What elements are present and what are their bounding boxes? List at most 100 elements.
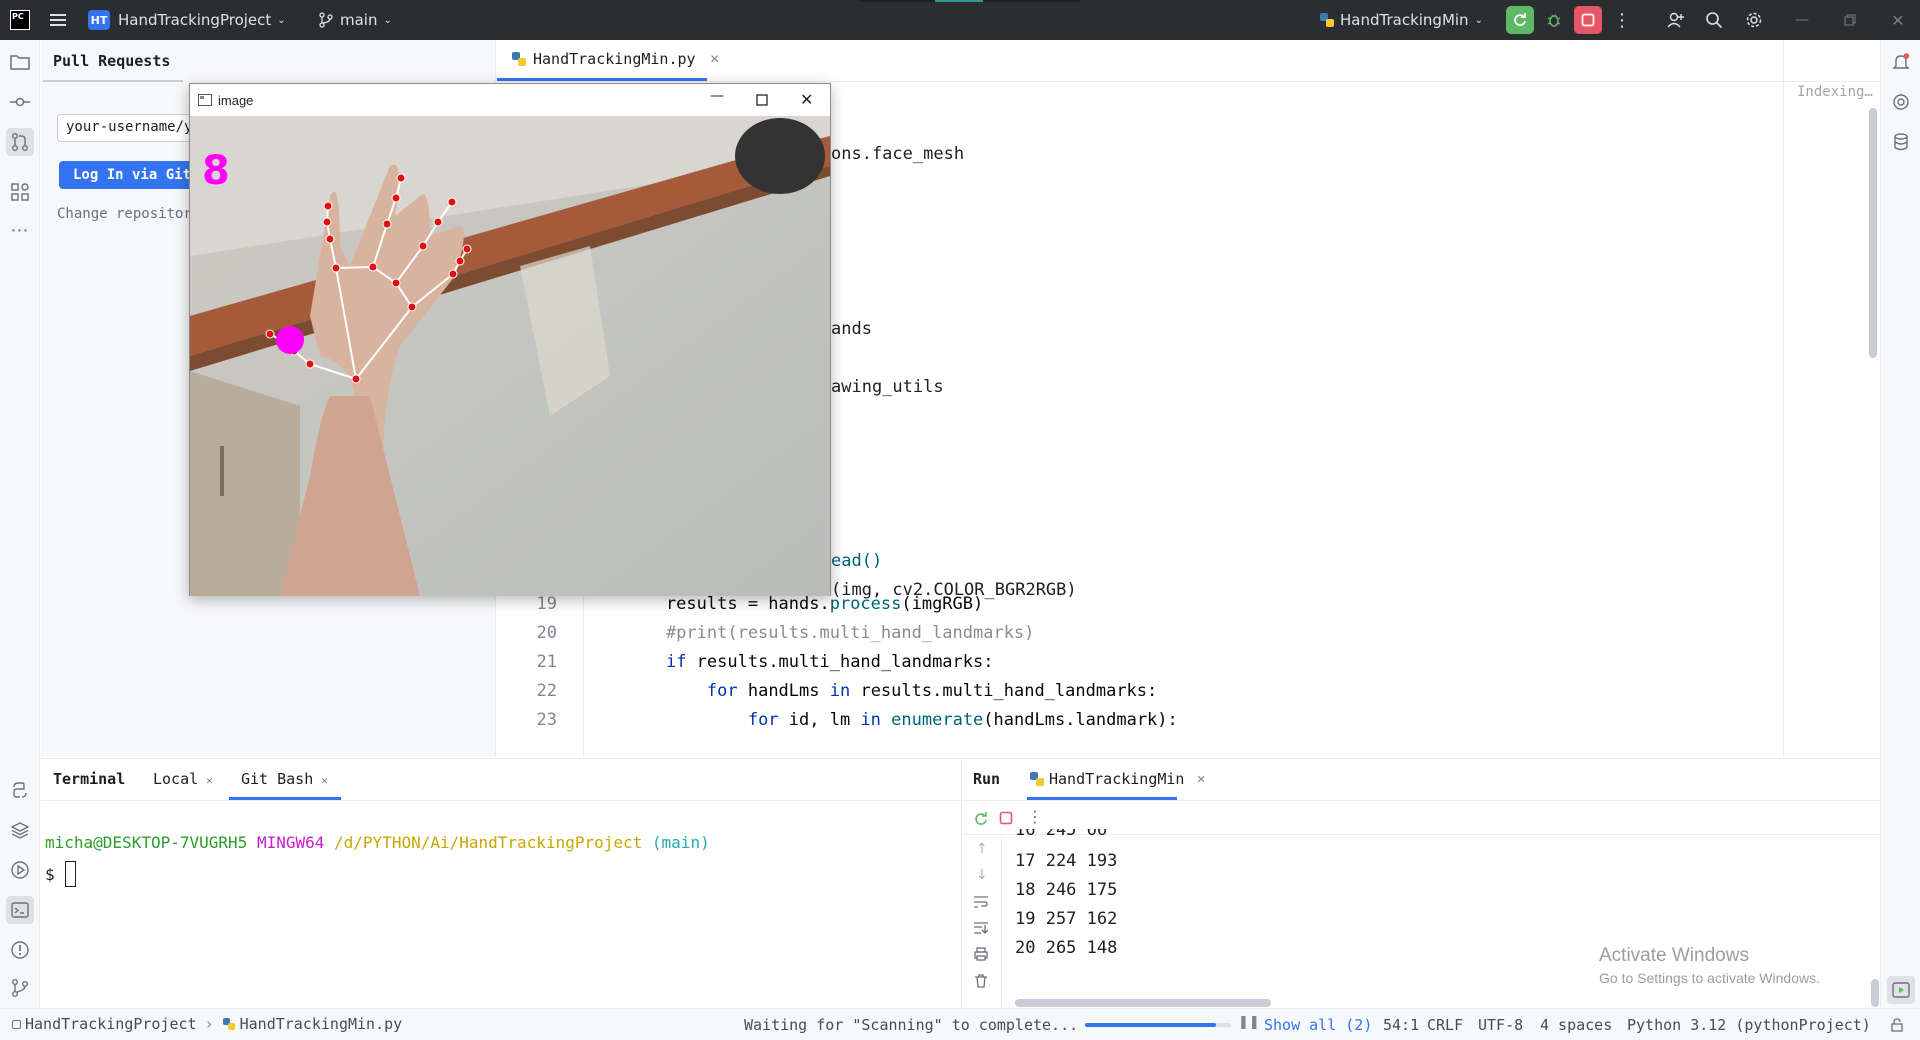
breadcrumb-file[interactable]: HandTrackingMin.py xyxy=(240,1015,403,1033)
landmark-point xyxy=(447,197,457,207)
active-tab-underline xyxy=(229,797,341,800)
line-separator[interactable]: CRLF xyxy=(1427,1016,1463,1034)
close-window-button[interactable]: ✕ xyxy=(1884,6,1912,34)
git-tool-button[interactable] xyxy=(8,976,32,1000)
terminal-prompt-line: micha@DESKTOP-7VUGRH5 MINGW64 /d/PYTHON/… xyxy=(45,833,710,852)
rerun-icon[interactable] xyxy=(973,811,989,827)
structure-icon xyxy=(11,183,29,201)
line-number: 22 xyxy=(536,681,557,701)
main-menu-button[interactable] xyxy=(48,0,68,40)
trash-icon[interactable] xyxy=(973,973,989,989)
show-all-tasks-link[interactable]: Show all (2) xyxy=(1264,1016,1372,1034)
image-maximize-button[interactable] xyxy=(756,94,768,106)
editor-tab-bar: HandTrackingMin.py ✕ xyxy=(497,40,1880,82)
run-config-name: HandTrackingMin xyxy=(1340,11,1469,29)
project-switcher[interactable]: HT HandTrackingProject ⌄ xyxy=(88,0,286,40)
close-tab-icon[interactable]: ✕ xyxy=(710,52,720,66)
run-output-v-scrollbar[interactable] xyxy=(1871,979,1879,1007)
opencv-image-window[interactable]: image — ✕ 8 xyxy=(189,83,831,596)
minimize-window-button[interactable]: — xyxy=(1788,6,1816,34)
arrow-down-icon[interactable]: ↓ xyxy=(976,867,988,883)
folder-icon xyxy=(10,55,30,70)
background-task-text[interactable]: Waiting for "Scanning" to complete... xyxy=(744,1016,1078,1034)
soft-wrap-icon[interactable] xyxy=(973,895,989,909)
file-encoding[interactable]: UTF-8 xyxy=(1478,1016,1523,1034)
pull-requests-tool-button[interactable] xyxy=(6,128,34,156)
tab-local[interactable]: Local ✕ xyxy=(153,770,213,788)
notifications-button[interactable] xyxy=(1889,50,1913,74)
line-number: 21 xyxy=(536,652,557,672)
rerun-button[interactable] xyxy=(1506,6,1534,34)
arrow-up-icon[interactable]: ↑ xyxy=(976,841,988,857)
terminal-cursor xyxy=(64,861,76,887)
run-output-scrollbar[interactable] xyxy=(1015,999,1271,1007)
landmark-point xyxy=(265,329,275,339)
landmark-connection xyxy=(335,266,374,269)
editor-scrollbar[interactable] xyxy=(1869,108,1877,358)
python-packages-button[interactable] xyxy=(8,818,32,842)
search-button[interactable] xyxy=(1700,6,1728,34)
project-badge: HT xyxy=(88,10,110,30)
pause-icon[interactable]: ❚❚ xyxy=(1238,1015,1260,1030)
python-console-button[interactable] xyxy=(8,778,32,802)
restore-icon xyxy=(1844,14,1856,26)
breadcrumb-project[interactable]: HandTrackingProject xyxy=(25,1015,197,1033)
app-logo[interactable]: PC xyxy=(10,0,30,40)
more-tools-button[interactable]: ⋯ xyxy=(8,218,32,242)
run-title: Run xyxy=(973,770,1001,788)
indent-setting[interactable]: 4 spaces xyxy=(1540,1016,1612,1034)
image-minimize-button[interactable]: — xyxy=(710,88,724,104)
database-tool-button[interactable] xyxy=(1889,130,1913,154)
run-config-selector[interactable]: HandTrackingMin ⌄ xyxy=(1318,0,1483,40)
chevron-right-icon: › xyxy=(204,1015,214,1033)
code-line: if results.multi_hand_landmarks: xyxy=(625,652,994,672)
close-tab-icon[interactable]: ✕ xyxy=(1196,773,1205,786)
window-drag-indicator-active xyxy=(935,0,983,2)
change-repository-link[interactable]: Change repository xyxy=(57,206,200,222)
terminal-shell: MINGW64 xyxy=(256,833,325,852)
terminal-input-line[interactable]: $ xyxy=(45,861,76,887)
print-icon[interactable] xyxy=(973,947,989,961)
ai-assistant-button[interactable] xyxy=(1889,90,1913,114)
project-tool-button[interactable] xyxy=(8,50,32,74)
problems-tool-button[interactable] xyxy=(8,938,32,962)
run-config-tab[interactable]: HandTrackingMin ✕ xyxy=(1029,770,1206,788)
image-window-titlebar[interactable]: image — ✕ xyxy=(190,84,830,116)
landmark-point xyxy=(325,234,335,244)
run-output-partial-text: 16 245 66 xyxy=(1015,829,1108,840)
scroll-to-end-icon[interactable] xyxy=(973,921,989,935)
commit-tool-button[interactable] xyxy=(8,90,32,114)
pycharm-icon: PC xyxy=(10,10,30,30)
more-vertical-icon[interactable]: ⋮ xyxy=(1027,807,1043,826)
code-token: in xyxy=(860,710,881,730)
image-close-button[interactable]: ✕ xyxy=(800,90,813,109)
editor-tab[interactable]: HandTrackingMin.py ✕ xyxy=(511,50,720,68)
restore-window-button[interactable] xyxy=(1836,6,1864,34)
python-interpreter[interactable]: Python 3.12 (pythonProject) xyxy=(1627,1016,1871,1034)
close-tab-icon[interactable]: ✕ xyxy=(206,774,213,787)
branch-switcher[interactable]: main ⌄ xyxy=(318,0,392,40)
chevron-down-icon: ⌄ xyxy=(277,14,286,26)
progress-fill xyxy=(1085,1023,1217,1027)
landmark-point xyxy=(407,302,417,312)
structure-tool-button[interactable] xyxy=(8,180,32,204)
minimize-icon: — xyxy=(1795,12,1809,28)
code-with-me-button[interactable] xyxy=(1662,6,1690,34)
status-bar: HandTrackingProject › HandTrackingMin.py… xyxy=(0,1008,1920,1040)
tab-git-bash[interactable]: Git Bash ✕ xyxy=(241,770,328,788)
pull-request-icon xyxy=(12,133,28,151)
services-tool-button[interactable] xyxy=(8,858,32,882)
settings-button[interactable] xyxy=(1740,6,1768,34)
stop-button[interactable] xyxy=(1574,6,1602,34)
terminal-tool-button[interactable] xyxy=(6,896,34,924)
lock-icon[interactable] xyxy=(1890,1018,1904,1032)
run-tool-button[interactable] xyxy=(1887,976,1915,1004)
ceiling-lamp xyxy=(735,118,825,194)
close-tab-icon[interactable]: ✕ xyxy=(321,774,328,787)
login-button[interactable]: Log In via Git xyxy=(59,161,199,189)
caret-position[interactable]: 54:1 xyxy=(1383,1016,1419,1034)
more-actions-button[interactable]: ⋮ xyxy=(1608,6,1636,34)
debug-button[interactable] xyxy=(1540,6,1568,34)
stop-icon[interactable] xyxy=(999,811,1013,825)
